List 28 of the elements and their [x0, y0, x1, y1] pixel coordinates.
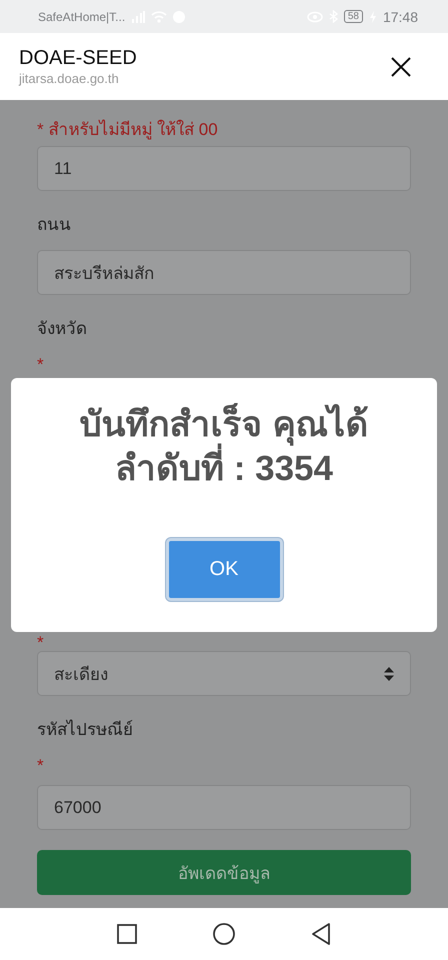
close-button[interactable] [390, 56, 412, 78]
battery-level: 58 [344, 10, 363, 23]
dialog-message: บันทึกสำเร็จ คุณได้ ลำดับที่ : 3354 [80, 403, 368, 490]
hint-text: * สำหรับไม่มีหมู่ ให้ใส่ 00 [37, 119, 219, 141]
carrier-name: SafeAtHome|T... [38, 10, 126, 24]
field-label: จังหวัด [37, 318, 88, 340]
clock: 17:48 [382, 8, 418, 24]
ok-button[interactable]: OK [166, 538, 282, 601]
home-button[interactable] [213, 923, 235, 945]
update-button[interactable]: อัพเดดข้อมูล [37, 850, 411, 895]
circle-icon [213, 923, 235, 945]
field-label: ถนน [37, 214, 72, 236]
input-field[interactable]: สระบรีหล่มสัก [37, 250, 411, 295]
select-field[interactable]: สะเดียง [37, 651, 411, 696]
required-mark: * [37, 758, 45, 774]
close-icon [390, 56, 412, 78]
sort-arrows-icon [384, 666, 394, 680]
square-icon [117, 924, 137, 944]
required-mark: * [37, 635, 45, 651]
required-mark: * [37, 357, 45, 373]
recents-button[interactable] [117, 924, 137, 944]
field-label: รหัสไปรษณีย์ [37, 719, 134, 741]
input-field[interactable]: 11 [37, 146, 411, 191]
page-url: jitarsa.doae.go.th [19, 70, 120, 88]
input-field[interactable]: 67000 [37, 785, 411, 830]
triangle-icon [311, 923, 331, 945]
back-button[interactable] [311, 923, 331, 945]
page-title: DOAE-SEED [19, 46, 138, 70]
